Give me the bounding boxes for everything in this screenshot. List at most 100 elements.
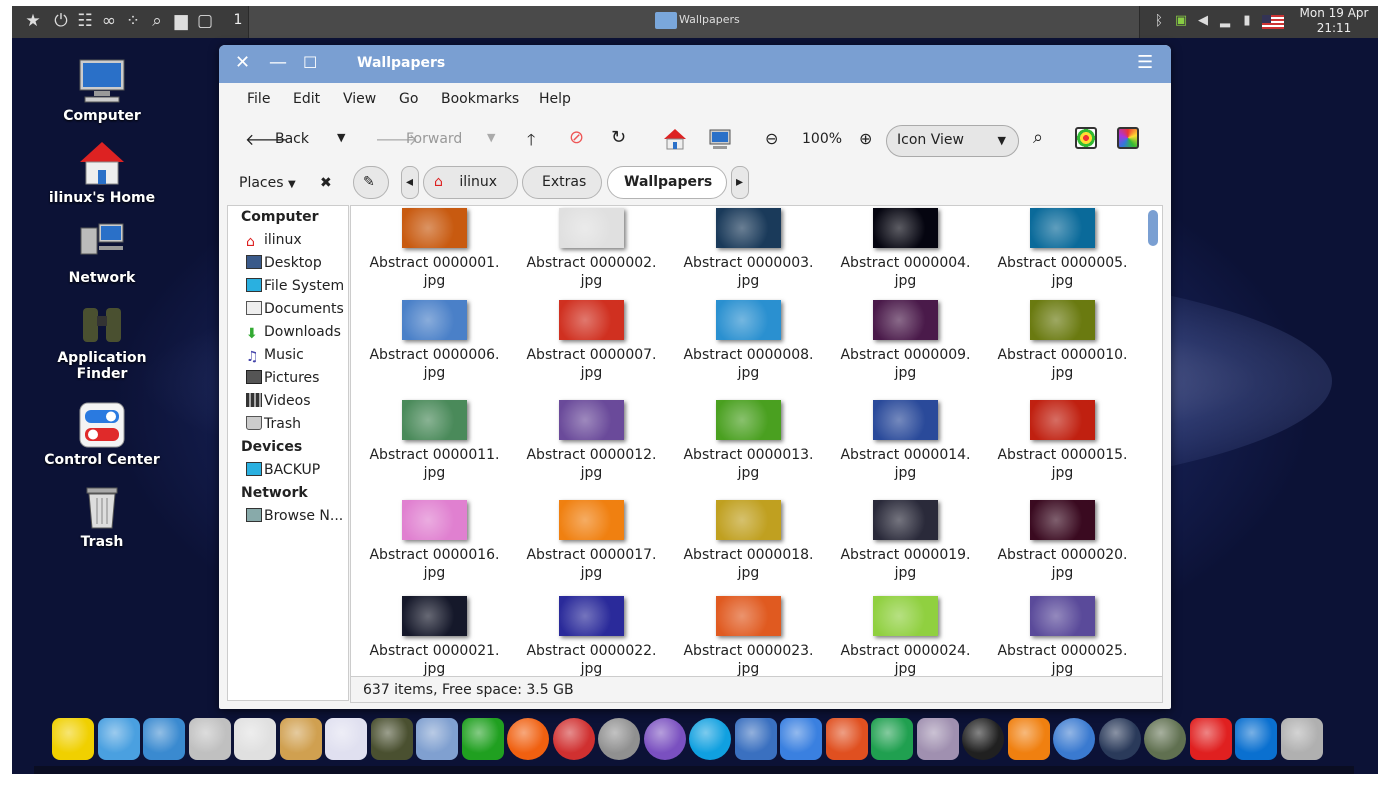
file-item[interactable]: Abstract 0000017. jpg [513,500,670,582]
anydesk-icon[interactable] [1189,718,1232,760]
folder-icon[interactable]: ▆ [170,10,192,32]
sidebar-item-pictures[interactable]: Pictures [246,370,319,386]
color-chooser-icon[interactable] [1117,127,1139,149]
forward-button[interactable]: Forward [406,131,462,147]
sidebar-item-file-system[interactable]: File System [246,278,344,294]
pipe-icon[interactable] [461,718,504,760]
google-earth-icon[interactable] [598,718,640,760]
file-item[interactable]: Abstract 0000013. jpg [670,400,827,482]
apps-grid-icon[interactable] [97,718,140,760]
desktop-icon-computer[interactable]: Computer [42,56,162,124]
close-sidebar-icon[interactable]: ✖ [320,175,332,191]
file-cabinet-icon[interactable] [188,718,231,760]
anydesk-a-icon[interactable] [962,718,1004,760]
wps-presentation-icon[interactable] [825,718,868,760]
path-crumb-wallpapers[interactable]: Wallpapers [607,166,727,199]
view-mode-select[interactable]: Icon View ▼ [886,125,1019,157]
webcam-icon[interactable] [916,718,959,760]
back-history-chevron-icon[interactable]: ▼ [337,131,345,144]
bluetooth-icon[interactable]: ᛒ [1148,10,1170,32]
vlc-icon[interactable] [1007,718,1050,760]
path-crumb-extras[interactable]: Extras [522,166,602,199]
keyboard-layout-flag-icon[interactable] [1262,15,1284,29]
file-item[interactable]: Abstract 0000014. jpg [827,400,984,482]
taskbar-window-button[interactable]: Wallpapers [248,6,1140,38]
up-arrow-icon[interactable]: 🡑 [527,129,535,156]
qbittorrent-icon[interactable] [1053,718,1095,760]
sidebar-item-documents[interactable]: Documents [246,301,344,317]
battery-icon[interactable]: ▣ [1170,10,1192,32]
color-palette-icon[interactable] [279,718,322,760]
wps-writer-icon[interactable] [780,718,822,760]
software-store-icon[interactable] [325,718,367,760]
file-item[interactable]: Abstract 0000012. jpg [513,400,670,482]
file-item[interactable]: Abstract 0000005. jpg [984,208,1141,290]
file-item[interactable]: Abstract 0000019. jpg [827,500,984,582]
path-crumb-ilinux[interactable]: ⌂ ilinux [423,166,518,199]
clock[interactable]: Mon 19 Apr 21:11 [1290,6,1378,38]
power-icon[interactable]: ⏻ [50,10,72,32]
file-item[interactable]: Abstract 0000003. jpg [670,208,827,290]
favorites-icon[interactable] [52,718,94,760]
file-item[interactable]: Abstract 0000018. jpg [670,500,827,582]
forward-history-chevron-icon[interactable]: ▼ [487,131,495,144]
desktop-icon[interactable] [143,718,185,760]
file-item[interactable]: Abstract 0000002. jpg [513,208,670,290]
control-center-icon[interactable] [234,718,276,760]
file-item[interactable]: Abstract 0000004. jpg [827,208,984,290]
zoom-in-icon[interactable]: ⊕ [859,129,872,148]
file-item[interactable]: Abstract 0000007. jpg [513,300,670,382]
places-dropdown[interactable]: Places ▼ [239,175,296,191]
back-button[interactable]: Back [275,131,309,147]
mail-icon[interactable] [734,718,777,760]
workspace-switcher[interactable]: 1 [228,6,248,38]
sidebar-item-desktop[interactable]: Desktop [246,255,322,271]
desktop-icon-control-center[interactable]: Control Center [42,400,162,468]
menu-view[interactable]: View [343,91,376,107]
show-desktop-icon[interactable]: ▢ [194,10,216,32]
viber-icon[interactable] [643,718,686,760]
trash-icon[interactable] [1280,718,1323,760]
search-icon[interactable]: ⌕ [146,10,168,32]
file-item[interactable]: Abstract 0000023. jpg [670,596,827,676]
menu-go[interactable]: Go [399,91,418,107]
scrollbar-thumb[interactable] [1148,210,1158,246]
desktop-icon-home[interactable]: ilinux's Home [42,138,162,206]
file-item[interactable]: Abstract 0000010. jpg [984,300,1141,382]
firefox-icon[interactable] [507,718,549,760]
file-item[interactable]: Abstract 0000022. jpg [513,596,670,676]
menu-bookmarks[interactable]: Bookmarks [441,91,519,107]
window-menu-icon[interactable]: ☰ [1137,53,1153,73]
file-item[interactable]: Abstract 0000011. jpg [356,400,513,482]
search-icon[interactable]: ⌕ [1033,127,1043,148]
wps-spreadsheet-icon[interactable] [871,718,913,760]
sidebar-item-ilinux[interactable]: ⌂ ilinux [246,232,302,250]
sidebar-item-backup[interactable]: BACKUP [246,462,320,478]
sidebar-item-music[interactable]: ♫ Music [246,347,304,365]
file-item[interactable]: Abstract 0000020. jpg [984,500,1141,582]
file-item[interactable]: Abstract 0000008. jpg [670,300,827,382]
desktop-icon-network[interactable]: Network [42,218,162,286]
file-item[interactable]: Abstract 0000009. jpg [827,300,984,382]
sidebar-item-downloads[interactable]: ⬇ Downloads [246,324,341,342]
sidebar-item-trash[interactable]: Trash [246,416,301,432]
menu-edit[interactable]: Edit [293,91,320,107]
file-item[interactable]: Abstract 0000025. jpg [984,596,1141,676]
zoom-out-icon[interactable]: ⊖ [765,129,778,148]
path-scroll-right-button[interactable]: ▸ [731,166,749,199]
sidebar-item-videos[interactable]: Videos [246,393,311,409]
skype-icon[interactable] [689,718,731,760]
binoculars-icon[interactable] [370,718,413,760]
sidebar-item-browse-network[interactable]: Browse N... [246,508,343,524]
maximize-icon[interactable]: ☐ [303,53,317,73]
file-item[interactable]: Abstract 0000024. jpg [827,596,984,676]
edit-location-button[interactable]: ✎ [353,166,389,199]
file-item[interactable]: Abstract 0000016. jpg [356,500,513,582]
menu-file[interactable]: File [247,91,270,107]
reload-icon[interactable]: ↻ [611,127,626,148]
stop-icon[interactable]: ⊘ [569,127,584,148]
network-signal-icon[interactable]: ▂ [1214,10,1236,32]
image-preview-icon[interactable] [1075,127,1097,149]
volume-icon[interactable]: ◀ [1192,10,1214,32]
star-icon[interactable]: ★ [22,10,44,32]
